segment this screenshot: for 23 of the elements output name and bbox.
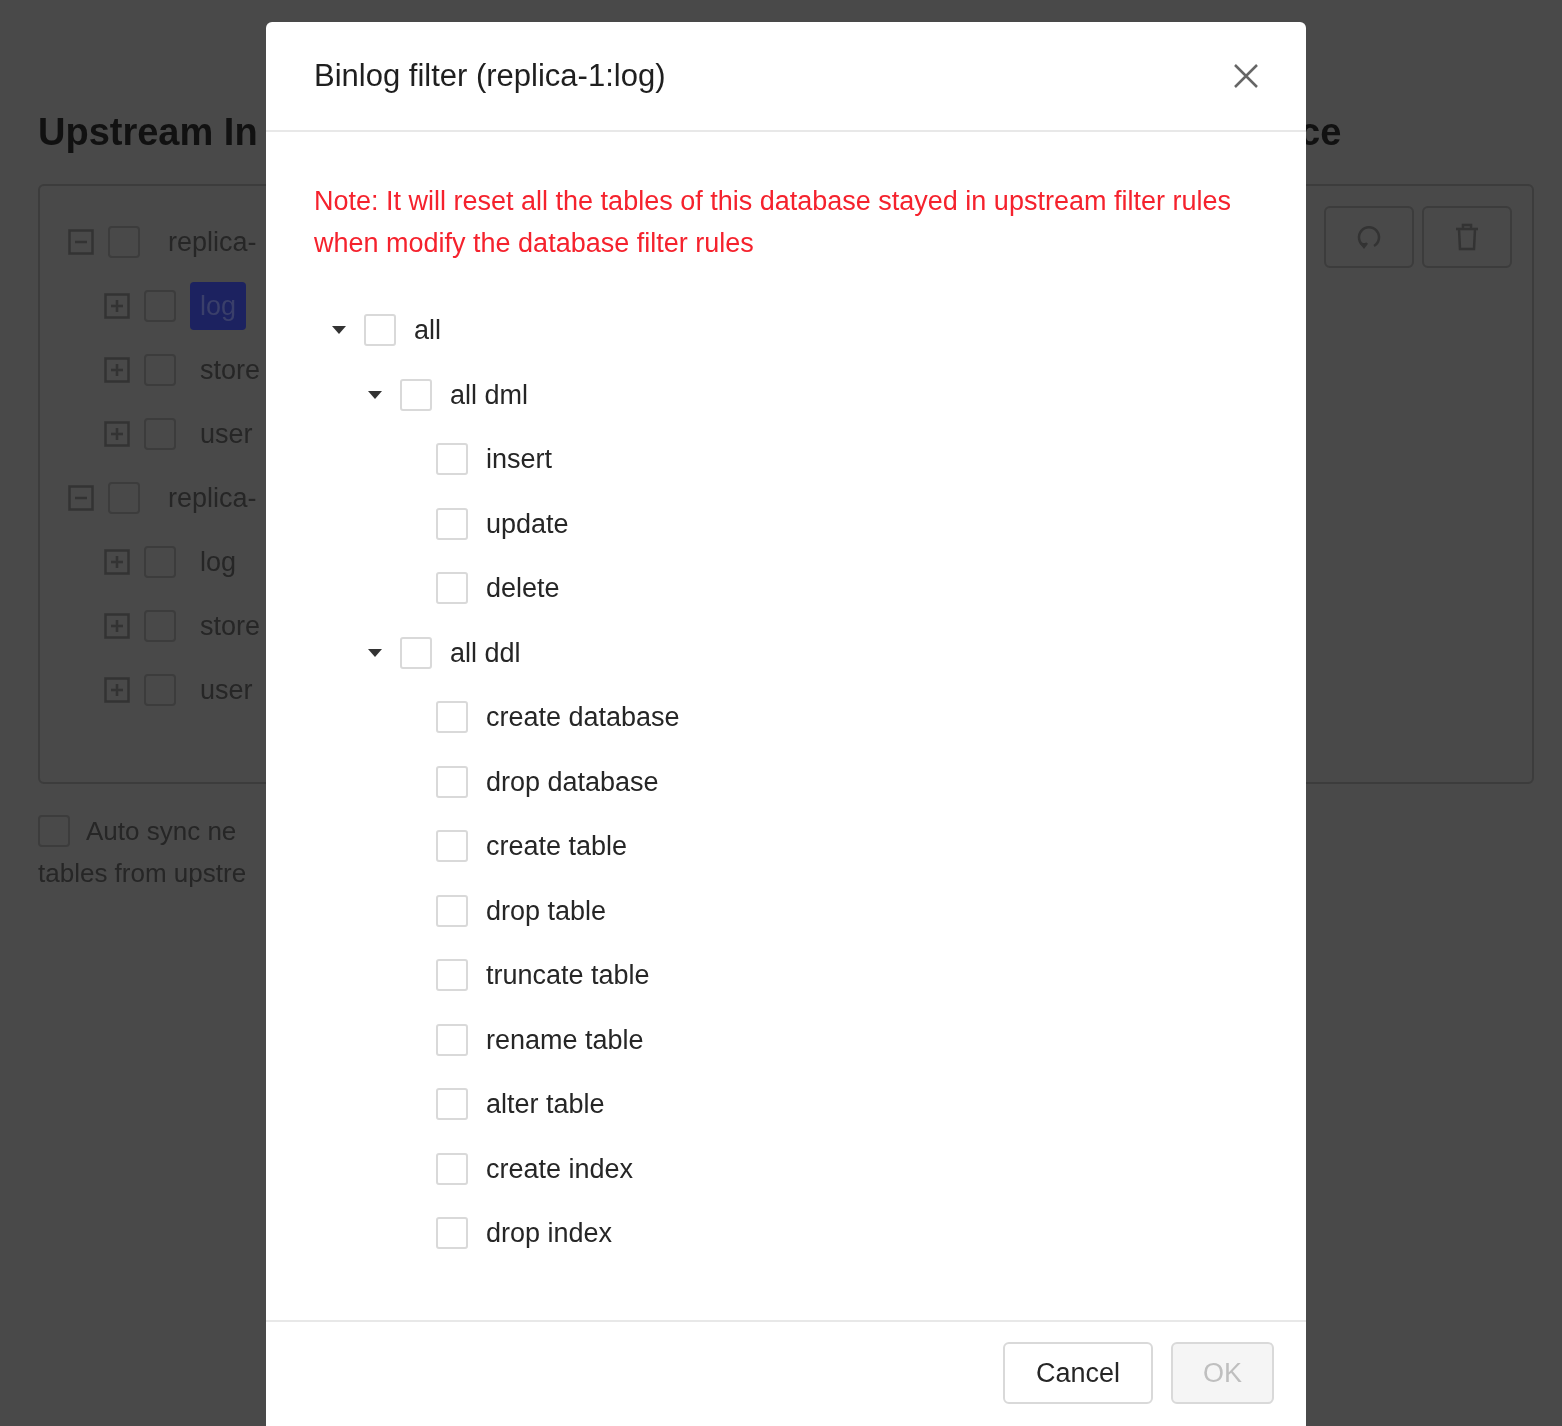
warning-note: Note: It will reset all the tables of this database stayed in upstream filter rules when modify the database filter rules — [314, 185, 1232, 260]
caret-down-icon[interactable] — [331, 325, 347, 336]
cancel-button[interactable]: Cancel — [1003, 1342, 1153, 1404]
tree-item-label: drop database — [486, 765, 659, 799]
tree-item-label: delete — [486, 572, 560, 605]
tree-item-label: drop table — [486, 894, 607, 928]
tree-item-label: all — [414, 314, 441, 347]
tree-item-label: rename table — [486, 1023, 644, 1057]
tree-item-label: insert — [486, 443, 553, 476]
tree-item-label: create index — [486, 1152, 634, 1186]
tree-item-label: create database — [486, 701, 680, 734]
tree-item-label: create table — [486, 830, 628, 863]
caret-down-icon[interactable] — [367, 389, 383, 400]
page-heading: Upstream In — [38, 110, 259, 155]
dialog-title: Binlog filter (replica-1:log) — [314, 56, 666, 95]
tree-item-label: all dml — [450, 378, 529, 412]
close-icon — [1233, 63, 1259, 89]
tree-item-label: alter table — [486, 1088, 605, 1121]
tree-item-label: all ddl — [450, 636, 521, 670]
tree-item-label: truncate table — [486, 959, 650, 992]
caret-down-icon[interactable] — [367, 647, 383, 658]
tree-item-label: update — [486, 507, 569, 541]
tree-item-label: drop index — [486, 1217, 613, 1250]
